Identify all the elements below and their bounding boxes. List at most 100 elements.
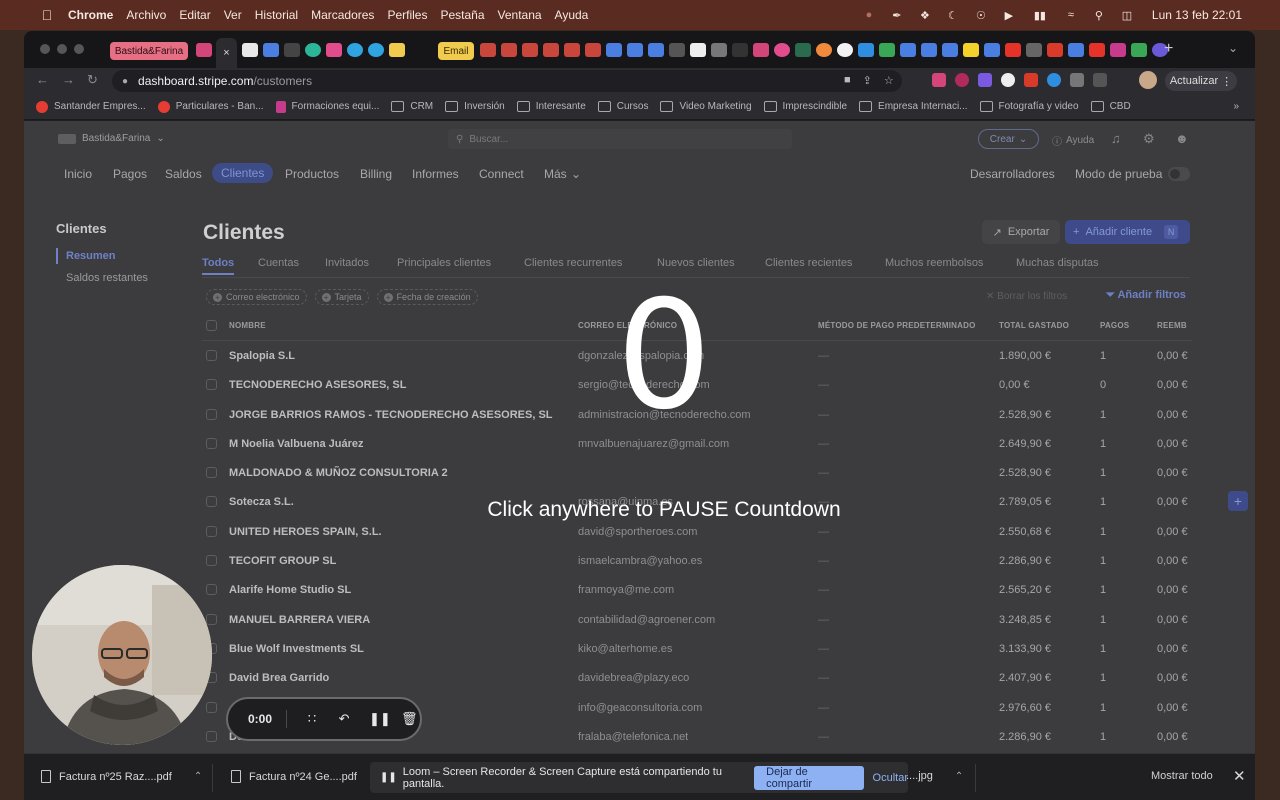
row-checkbox[interactable]: [206, 584, 217, 596]
table-row[interactable]: MALDONADO & MUÑOZ CONSULTORIA 2 — 2.528,90…: [202, 458, 1192, 487]
tab-favicon-sync[interactable]: [305, 43, 321, 57]
row-checkbox[interactable]: [206, 701, 217, 713]
spotlight-search-icon[interactable]: ⚲: [1092, 8, 1106, 22]
tab-favicon-calendar[interactable]: [648, 43, 664, 57]
tab-favicon-pdf[interactable]: [1047, 43, 1063, 57]
new-tab-button[interactable]: +: [1164, 40, 1173, 58]
add-filters-button[interactable]: ⏷ Añadir filtros: [1106, 289, 1186, 302]
tab-favicon-gmail[interactable]: [564, 43, 580, 57]
hide-sharing-button[interactable]: Ocultar: [873, 772, 908, 784]
vpn-icon[interactable]: ☉: [974, 8, 988, 22]
tab-group-bastida-farina[interactable]: Bastida&Farina: [110, 42, 188, 60]
tab-favicon-pink[interactable]: [774, 43, 790, 57]
extension-icon[interactable]: [932, 73, 946, 87]
side-panel-icon[interactable]: [1093, 73, 1107, 87]
tab-favicon-calendar[interactable]: [627, 43, 643, 57]
nav-saldos[interactable]: Saldos: [165, 167, 202, 181]
nav-clientes[interactable]: Clientes: [212, 163, 274, 183]
extension-icon[interactable]: [1024, 73, 1038, 87]
bell-icon[interactable]: ♫: [1111, 131, 1121, 146]
chevron-up-icon[interactable]: ⌃: [955, 771, 963, 782]
filter-chip-created[interactable]: + Fecha de creación: [376, 289, 478, 305]
tab-favicon-docs[interactable]: [1068, 43, 1084, 57]
menu-archivo[interactable]: Archivo: [126, 8, 166, 22]
stop-sharing-button[interactable]: Dejar de compartir: [754, 765, 864, 790]
tab-favicon-doc[interactable]: [242, 43, 258, 57]
row-checkbox[interactable]: [206, 437, 217, 449]
control-center-icon[interactable]: ◫: [1120, 8, 1134, 22]
floating-add-button[interactable]: +: [1228, 491, 1248, 511]
table-row[interactable]: MANUEL BARRERA VIERA contabilidad@agroene…: [202, 605, 1192, 634]
camera-icon[interactable]: ■: [844, 74, 851, 87]
nav-inicio[interactable]: Inicio: [64, 167, 92, 181]
tab-favicon-gmail[interactable]: [480, 43, 496, 57]
bookmark-item[interactable]: Particulares - Ban...: [157, 100, 264, 113]
microphone-icon[interactable]: ●: [862, 8, 876, 22]
back-arrow-icon[interactable]: ←: [36, 72, 49, 87]
column-header-payment-method[interactable]: MÉTODO DE PAGO PREDETERMINADO: [818, 321, 976, 330]
tab-clientes-recurrentes[interactable]: Clientes recurrentes: [524, 257, 622, 269]
delete-recording-icon[interactable]: 🗑: [401, 711, 418, 727]
close-tab-icon[interactable]: ×: [223, 47, 229, 59]
tab-muchas-disputas[interactable]: Muchas disputas: [1016, 257, 1099, 269]
column-header-payments[interactable]: PAGOS: [1100, 321, 1129, 330]
bookmark-item[interactable]: CRM: [391, 101, 433, 112]
tab-favicon-orange[interactable]: [816, 43, 832, 57]
tab-favicon-docs[interactable]: [942, 43, 958, 57]
menu-ayuda[interactable]: Ayuda: [555, 8, 589, 22]
tab-favicon-gmail[interactable]: [543, 43, 559, 57]
nav-pagos[interactable]: Pagos: [113, 167, 147, 181]
select-all-checkbox[interactable]: [206, 320, 217, 331]
export-button[interactable]: ↗ Exportar: [982, 220, 1060, 244]
update-chrome-button[interactable]: Actualizar ⋮: [1165, 71, 1237, 91]
tab-favicon-globe[interactable]: [669, 43, 685, 57]
minimize-window-button[interactable]: [57, 44, 67, 54]
bookmark-item[interactable]: Formaciones equi...: [275, 100, 379, 113]
tab-favicon-misc[interactable]: [711, 43, 727, 57]
bookmark-item[interactable]: Interesante: [516, 101, 586, 112]
tab-favicon-miro[interactable]: [963, 43, 979, 57]
battery-icon[interactable]: ▮▮: [1030, 8, 1050, 22]
tab-favicon-gmail[interactable]: [522, 43, 538, 57]
bookmark-item[interactable]: Video Marketing: [660, 101, 752, 112]
bookmark-item[interactable]: CBD: [1090, 101, 1131, 112]
tab-invitados[interactable]: Invitados: [325, 257, 369, 269]
gear-icon[interactable]: ⚙: [1143, 131, 1155, 147]
bookmark-item[interactable]: Inversión: [445, 101, 505, 112]
menu-ver[interactable]: Ver: [224, 8, 242, 22]
show-all-downloads-button[interactable]: Mostrar todo: [1151, 770, 1213, 782]
moon-icon[interactable]: ☾: [946, 8, 960, 22]
tab-favicon-heart[interactable]: [753, 43, 769, 57]
row-checkbox[interactable]: [206, 467, 217, 479]
bookmark-item[interactable]: Imprescindible: [763, 101, 847, 112]
tab-cuentas[interactable]: Cuentas: [258, 257, 299, 269]
tab-favicon-gmail[interactable]: [501, 43, 517, 57]
profile-avatar[interactable]: [1139, 71, 1157, 89]
table-row[interactable]: TECOFIT GROUP SL ismaelcambra@yahoo.es — 2.…: [202, 546, 1192, 575]
tab-favicon-youtube[interactable]: [1005, 43, 1021, 57]
column-header-name[interactable]: NOMBRE: [229, 321, 266, 330]
extension-icon[interactable]: [1047, 73, 1061, 87]
chevron-up-icon[interactable]: ⌃: [194, 771, 202, 782]
tab-favicon-google[interactable]: [837, 43, 853, 57]
tab-favicon-docs[interactable]: [984, 43, 1000, 57]
menu-marcadores[interactable]: Marcadores: [311, 8, 374, 22]
bookmark-item[interactable]: Empresa Internaci...: [859, 101, 968, 112]
help-button[interactable]: ⓘ Ayuda: [1052, 133, 1094, 148]
draw-tool-icon[interactable]: ∷: [305, 711, 319, 727]
reload-icon[interactable]: ↻: [87, 72, 98, 88]
create-button[interactable]: Crear ⌄: [978, 129, 1039, 149]
tab-favicon-drive[interactable]: [879, 43, 895, 57]
table-row[interactable]: Blue Wolf Investments SL kiko@alterhome.e…: [202, 634, 1192, 663]
bookmark-star-icon[interactable]: ☆: [884, 74, 894, 87]
filter-chip-card[interactable]: + Tarjeta: [314, 289, 369, 305]
tab-favicon-edge-2[interactable]: [368, 43, 384, 57]
add-customer-button[interactable]: + Añadir cliente N: [1065, 220, 1190, 244]
tab-favicon-pin[interactable]: [1026, 43, 1042, 57]
column-header-total-spent[interactable]: TOTAL GASTADO: [999, 321, 1069, 330]
zoom-window-button[interactable]: [74, 44, 84, 54]
row-checkbox[interactable]: [206, 496, 217, 508]
nav-desarrolladores[interactable]: Desarrolladores: [970, 167, 1055, 181]
forward-arrow-icon[interactable]: →: [62, 72, 75, 87]
countdown-pause-message[interactable]: Click anywhere to PAUSE Countdown: [414, 498, 914, 522]
